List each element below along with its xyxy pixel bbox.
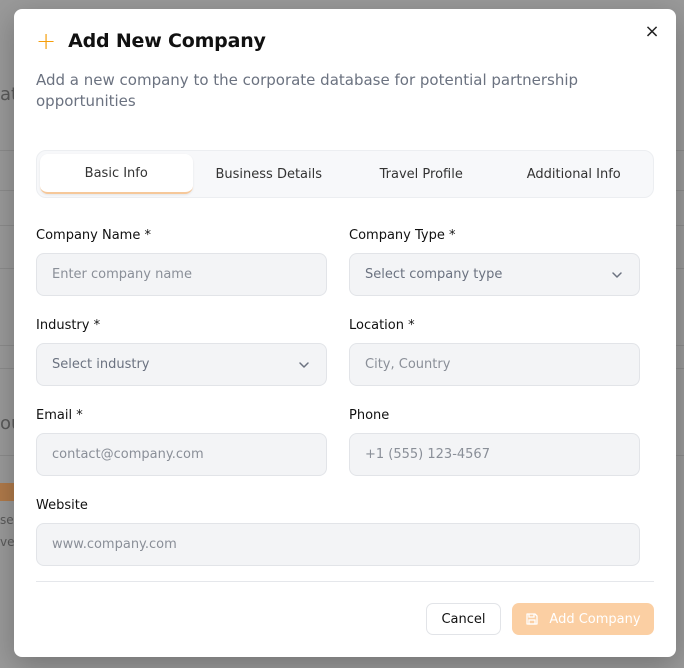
tab-business-details[interactable]: Business Details [193, 154, 346, 194]
location-label: Location * [349, 318, 415, 333]
company-name-group: Company Name * [36, 228, 327, 296]
plus-icon: + [36, 27, 57, 55]
company-type-group: Company Type * Select company type [349, 228, 640, 296]
industry-label: Industry * [36, 318, 101, 333]
location-input[interactable] [349, 343, 640, 386]
add-company-dialog: × + Add New Company Add a new company to… [14, 9, 676, 657]
email-group: Email * [36, 408, 327, 476]
company-name-input[interactable] [36, 253, 327, 296]
tab-travel-profile[interactable]: Travel Profile [345, 154, 498, 194]
industry-group: Industry * Select industry [36, 318, 327, 386]
cancel-button[interactable]: Cancel [426, 603, 501, 635]
phone-label: Phone [349, 408, 390, 423]
background-text: ve [0, 535, 15, 549]
chevron-down-icon [612, 271, 622, 278]
save-icon [526, 613, 539, 625]
dialog-header: + Add New Company [36, 29, 266, 53]
website-label: Website [36, 498, 88, 513]
dialog-title: Add New Company [68, 30, 266, 52]
dialog-subtitle: Add a new company to the corporate datab… [36, 71, 579, 110]
location-group: Location * [349, 318, 640, 386]
industry-select[interactable]: Select industry [36, 343, 327, 386]
company-type-label: Company Type * [349, 228, 456, 243]
company-type-value: Select company type [365, 267, 503, 282]
email-label: Email * [36, 408, 83, 423]
website-input[interactable] [36, 523, 640, 566]
close-button[interactable]: × [642, 20, 662, 42]
company-name-label: Company Name * [36, 228, 151, 243]
industry-value: Select industry [52, 357, 150, 372]
tab-basic-info[interactable]: Basic Info [40, 154, 193, 194]
company-type-select[interactable]: Select company type [349, 253, 640, 296]
website-group: Website [36, 498, 640, 566]
tab-list: Basic Info Business Details Travel Profi… [36, 150, 654, 198]
add-company-label: Add Company [549, 611, 641, 627]
phone-input[interactable] [349, 433, 640, 476]
phone-group: Phone [349, 408, 640, 476]
email-input[interactable] [36, 433, 327, 476]
chevron-down-icon [299, 361, 309, 368]
add-company-button[interactable]: Add Company [512, 603, 654, 635]
tab-additional-info[interactable]: Additional Info [498, 154, 651, 194]
footer-divider [36, 581, 654, 582]
close-icon: × [644, 20, 660, 42]
